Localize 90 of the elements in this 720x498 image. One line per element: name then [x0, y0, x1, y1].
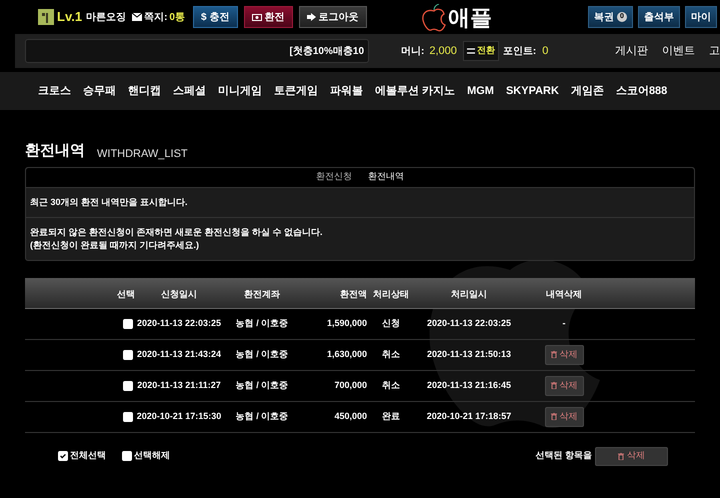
delete-button[interactable]: 삭제	[544, 376, 584, 396]
nav-item[interactable]: 미니게임	[218, 82, 262, 100]
checkbox-label[interactable]: 전체선택	[70, 449, 106, 463]
table-cell-text: 취소	[382, 348, 400, 361]
column-header: 처리상태	[373, 288, 409, 298]
logout-button[interactable]: 로그아웃	[298, 6, 367, 28]
trash-icon	[550, 382, 556, 389]
checkbox[interactable]	[122, 451, 132, 461]
table-cell-text: 2020-11-13 21:11:27	[137, 378, 221, 392]
column-header: 환전계좌	[244, 288, 280, 298]
table-cell-text: 1,590,000	[326, 316, 367, 330]
page-subtitle: WITHDRAW_LIST	[97, 147, 188, 162]
delete-button[interactable]: 삭제	[544, 344, 584, 364]
column-header: 신청일시	[161, 288, 197, 298]
table-cell-text: 신청	[382, 316, 400, 330]
ticker-text: [첫충10%매충10	[290, 44, 364, 58]
apple-logo-icon	[422, 4, 446, 32]
menu-button[interactable]: 마이	[685, 6, 717, 28]
table-cell-text: 700,000	[334, 378, 367, 392]
trash-icon	[618, 452, 624, 460]
table-cell-text: 2020-11-13 22:03:25	[136, 316, 222, 330]
menu-button[interactable]: 출석부	[638, 6, 680, 28]
delete-button[interactable]: 삭제	[544, 406, 584, 426]
memo-count: 0통	[169, 10, 185, 24]
table-cell-text: 450,000	[334, 410, 367, 423]
trash-icon	[550, 413, 556, 420]
money-value: 2,000	[429, 44, 457, 59]
table-cell-text: 농협 / 이호중	[236, 348, 288, 361]
notice-text: 최근 30개의 환전 내역만을 표시합니다.	[30, 196, 189, 208]
notice-text: (환전신청이 완료될 때까지 기다려주세요.)	[30, 238, 200, 252]
top-link[interactable]: 게시판	[615, 42, 648, 60]
nav-item[interactable]: 핸디캡	[128, 82, 161, 100]
table-cell-text: 농협 / 이호중	[236, 378, 288, 392]
cash-icon	[252, 14, 262, 20]
table-cell-text: 2020-11-13 21:43:24	[136, 348, 222, 361]
checkbox[interactable]	[123, 318, 133, 328]
column-header: 처리일시	[451, 288, 487, 298]
table-cell-text: 완료	[382, 410, 400, 423]
table-cell-text: 1,630,000	[326, 348, 367, 361]
checkbox-label[interactable]: 선택해제	[134, 449, 170, 463]
nav-item[interactable]: 스페셜	[173, 82, 206, 100]
selected-items-label: 선택된 항목을	[535, 449, 592, 462]
trash-icon	[550, 351, 556, 358]
nav-item[interactable]: 승무패	[83, 82, 116, 100]
avatar-icon	[38, 9, 54, 25]
exchange-button[interactable]: 환전	[244, 6, 293, 28]
nav-item[interactable]: 토큰게임	[274, 82, 318, 100]
point-label: 포인트:	[502, 44, 536, 58]
convert-button[interactable]: 전환	[462, 41, 499, 61]
page-title: 환전내역	[25, 141, 85, 161]
checkbox[interactable]	[123, 380, 133, 390]
equals-icon	[466, 48, 475, 54]
table-cell-text: 2020-11-13 21:50:13	[426, 348, 512, 361]
table-cell-text: 2020-11-13 21:16:45	[426, 378, 512, 392]
nav-item[interactable]: 파워볼	[330, 82, 363, 100]
table-cell-text: 2020-10-21 17:15:30	[136, 410, 222, 423]
delete-button[interactable]: 삭제	[595, 446, 668, 466]
envelope-icon	[132, 13, 142, 21]
table-cell-text: 농협 / 이호중	[236, 316, 288, 330]
nav-item[interactable]: MGM	[467, 82, 494, 100]
money-label: 머니:	[401, 44, 424, 58]
nav-item[interactable]: 에볼루션 카지노	[375, 82, 456, 100]
point-value: 0	[542, 44, 548, 59]
dollar-icon: $	[200, 10, 207, 24]
table-cell-text: 2020-10-21 17:18:57	[426, 410, 512, 423]
exit-icon	[306, 13, 316, 21]
top-link[interactable]: 이벤트	[662, 42, 695, 60]
charge-button[interactable]: $ 충전	[192, 6, 238, 28]
nav-item[interactable]: 게임존	[570, 82, 604, 100]
nickname: 마른오징	[86, 10, 126, 24]
column-header: 내역삭제	[546, 288, 582, 298]
checkbox[interactable]	[123, 350, 133, 360]
column-header: 환전액	[340, 288, 367, 298]
table-cell-text: 농협 / 이호중	[236, 410, 288, 423]
top-link[interactable]: 고	[709, 42, 720, 60]
checkbox[interactable]	[123, 412, 133, 422]
table-cell-text: -	[562, 316, 566, 330]
notice-text: 완료되지 않은 환전신청이 존재하면 새로운 환전신청을 하실 수 없습니다.	[30, 226, 324, 238]
tab[interactable]: 환전내역	[368, 170, 404, 184]
column-header: 선택	[117, 288, 135, 298]
table-cell-text: 2020-11-13 22:03:25	[426, 316, 512, 330]
level-label: Lv.1	[57, 8, 82, 26]
logo-text: 애플	[448, 4, 492, 32]
table-cell-text: 취소	[382, 378, 400, 392]
checkbox[interactable]	[58, 451, 68, 461]
nav-item[interactable]: 스코어888	[616, 82, 668, 100]
memo-label: 쪽지:	[144, 10, 168, 24]
nav-item[interactable]: SKYPARK	[506, 82, 559, 100]
tab[interactable]: 환전신청	[316, 170, 352, 184]
nav-item[interactable]: 크로스	[38, 82, 71, 100]
